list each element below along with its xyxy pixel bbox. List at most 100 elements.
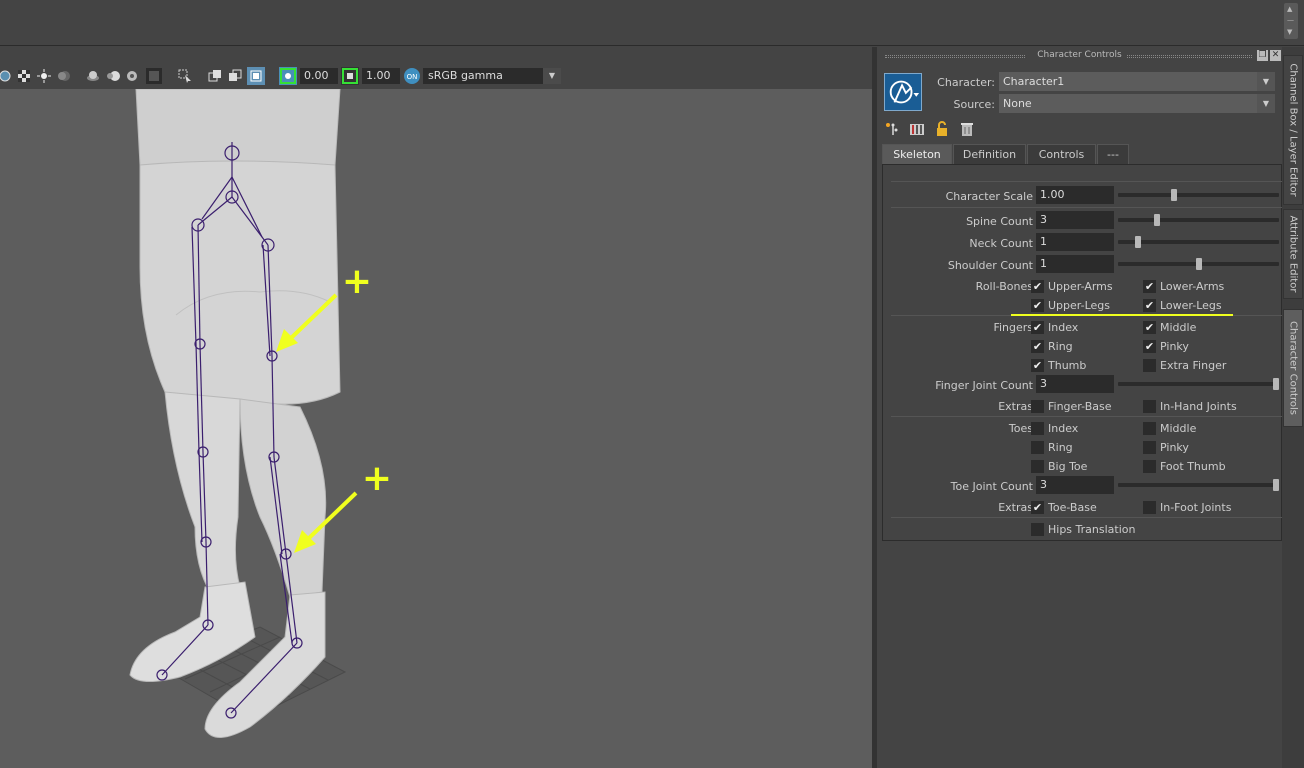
viewport-panel: 0.00 1.00 ON sRGB gamma ▼ + + bbox=[0, 47, 872, 768]
slider-handle[interactable] bbox=[1196, 258, 1202, 270]
toe-base-checkbox[interactable]: ✔ bbox=[1031, 501, 1044, 514]
neck-count-input[interactable]: 1 bbox=[1036, 233, 1114, 251]
scroll-up-icon[interactable]: ▲ bbox=[1287, 5, 1292, 13]
viewport-scene[interactable]: + + bbox=[0, 89, 872, 768]
finger-base-label: Finger-Base bbox=[1048, 400, 1112, 413]
toe-index-checkbox[interactable] bbox=[1031, 422, 1044, 435]
finger-joint-count-input[interactable]: 3 bbox=[1036, 375, 1114, 393]
finger-thumb-checkbox[interactable]: ✔ bbox=[1031, 359, 1044, 372]
lower-arms-checkbox[interactable]: ✔ bbox=[1143, 280, 1156, 293]
source-value: None bbox=[1003, 97, 1032, 110]
tab-definition[interactable]: Definition bbox=[953, 144, 1026, 164]
slider-handle[interactable] bbox=[1154, 214, 1160, 226]
character-scale-input[interactable]: 1.00 bbox=[1036, 186, 1114, 204]
source-select[interactable]: None ▼ bbox=[999, 94, 1275, 113]
toe-ring-checkbox[interactable] bbox=[1031, 441, 1044, 454]
ambient-occlusion-icon[interactable] bbox=[86, 69, 100, 83]
character-select[interactable]: Character1 ▼ bbox=[999, 72, 1275, 91]
gamma-input[interactable]: 1.00 bbox=[362, 68, 400, 84]
viewport-toolbar: 0.00 1.00 ON sRGB gamma ▼ bbox=[0, 47, 872, 89]
toe-pinky-checkbox[interactable] bbox=[1143, 441, 1156, 454]
tab-character-controls[interactable]: Character Controls bbox=[1283, 309, 1303, 427]
tab-attribute-editor[interactable]: Attribute Editor bbox=[1283, 209, 1303, 299]
chevron-down-icon[interactable]: ▼ bbox=[1257, 72, 1275, 91]
chevron-down-icon[interactable]: ▼ bbox=[543, 68, 561, 84]
slider-handle[interactable] bbox=[1273, 479, 1279, 491]
finger-index-checkbox[interactable]: ✔ bbox=[1031, 321, 1044, 334]
slider-handle[interactable] bbox=[1273, 378, 1279, 390]
character-label: Character: bbox=[937, 76, 995, 89]
close-icon[interactable]: ✕ bbox=[1270, 50, 1281, 61]
wireframe-shaded-icon[interactable] bbox=[0, 69, 14, 83]
tab-channel-box[interactable]: Channel Box / Layer Editor bbox=[1283, 55, 1303, 205]
gamma-icon[interactable] bbox=[341, 67, 359, 85]
checker-texture-icon[interactable] bbox=[17, 69, 31, 83]
slider-handle[interactable] bbox=[1171, 189, 1177, 201]
finger-joint-count-slider[interactable] bbox=[1118, 378, 1279, 390]
float-panel-icon[interactable]: ❐ bbox=[1257, 50, 1268, 61]
shoulder-count-slider[interactable] bbox=[1118, 258, 1279, 270]
finger-base-checkbox[interactable] bbox=[1031, 400, 1044, 413]
tab-channel-box-label: Channel Box / Layer Editor bbox=[1287, 63, 1299, 197]
toe-joint-count-slider[interactable] bbox=[1118, 479, 1279, 491]
shoulder-count-input[interactable]: 1 bbox=[1036, 255, 1114, 273]
color-management-icon[interactable]: ON bbox=[403, 67, 421, 85]
character-controls-panel: Character Controls ❐ ✕ Character: Charac… bbox=[877, 47, 1285, 768]
shadows-icon[interactable] bbox=[57, 69, 71, 83]
finger-middle-label: Middle bbox=[1160, 321, 1197, 334]
tab-character-controls-label: Character Controls bbox=[1287, 321, 1299, 415]
xray-icon[interactable] bbox=[208, 69, 222, 83]
in-hand-joints-checkbox[interactable] bbox=[1143, 400, 1156, 413]
top-scrollbar[interactable]: ▲ — ▼ bbox=[1284, 3, 1298, 39]
lower-legs-checkbox[interactable]: ✔ bbox=[1143, 299, 1156, 312]
panel-title-bar[interactable]: Character Controls bbox=[877, 50, 1282, 64]
isolate-select-icon[interactable] bbox=[178, 69, 192, 83]
exposure-input[interactable]: 0.00 bbox=[300, 68, 338, 84]
toe-joint-count-input[interactable]: 3 bbox=[1036, 476, 1114, 494]
finger-pinky-checkbox[interactable]: ✔ bbox=[1143, 340, 1156, 353]
slider-handle[interactable] bbox=[1135, 236, 1141, 248]
character-icon[interactable] bbox=[884, 73, 922, 111]
hips-translation-checkbox[interactable] bbox=[1031, 523, 1044, 536]
character-model[interactable]: + + bbox=[0, 89, 872, 768]
tab-more[interactable]: --- bbox=[1097, 144, 1129, 164]
chevron-down-icon[interactable]: ▼ bbox=[1257, 94, 1275, 113]
foot-thumb-checkbox[interactable] bbox=[1143, 460, 1156, 473]
exposure-icon[interactable] bbox=[279, 67, 297, 85]
annotation-underline bbox=[1011, 314, 1233, 316]
annotation-plus-1: + bbox=[342, 261, 372, 302]
svg-text:ON: ON bbox=[407, 73, 418, 81]
tab-controls[interactable]: Controls bbox=[1027, 144, 1096, 164]
xray-active-icon[interactable] bbox=[247, 67, 265, 85]
lower-arms-label: Lower-Arms bbox=[1160, 280, 1225, 293]
finger-middle-checkbox[interactable]: ✔ bbox=[1143, 321, 1156, 334]
character-scale-slider[interactable] bbox=[1118, 189, 1279, 201]
in-foot-joints-label: In-Foot Joints bbox=[1160, 501, 1232, 514]
lock-icon[interactable] bbox=[934, 121, 950, 137]
neck-count-slider[interactable] bbox=[1118, 236, 1279, 248]
depth-of-field-icon[interactable] bbox=[146, 68, 162, 84]
upper-legs-label: Upper-Legs bbox=[1048, 299, 1110, 312]
color-space-select[interactable]: sRGB gamma ▼ bbox=[423, 68, 561, 84]
upper-legs-checkbox[interactable]: ✔ bbox=[1031, 299, 1044, 312]
create-skeleton-icon[interactable] bbox=[884, 121, 900, 137]
antialias-icon[interactable] bbox=[125, 69, 139, 83]
big-toe-checkbox[interactable] bbox=[1031, 460, 1044, 473]
toe-base-label: Toe-Base bbox=[1048, 501, 1097, 514]
tab-skeleton[interactable]: Skeleton bbox=[882, 144, 952, 164]
xray-joints-icon[interactable] bbox=[228, 69, 242, 83]
finger-ring-label: Ring bbox=[1048, 340, 1073, 353]
trash-icon[interactable] bbox=[959, 121, 975, 137]
spine-count-input[interactable]: 3 bbox=[1036, 211, 1114, 229]
in-foot-joints-checkbox[interactable] bbox=[1143, 501, 1156, 514]
upper-arms-checkbox[interactable]: ✔ bbox=[1031, 280, 1044, 293]
toe-middle-checkbox[interactable] bbox=[1143, 422, 1156, 435]
extra-finger-checkbox[interactable] bbox=[1143, 359, 1156, 372]
scroll-down-icon[interactable]: ▼ bbox=[1287, 28, 1292, 36]
motion-blur-icon[interactable] bbox=[106, 69, 120, 83]
lights-icon[interactable] bbox=[37, 69, 51, 83]
finger-ring-checkbox[interactable]: ✔ bbox=[1031, 340, 1044, 353]
skeleton-definition-icon[interactable] bbox=[909, 121, 925, 137]
spine-count-slider[interactable] bbox=[1118, 214, 1279, 226]
big-toe-label: Big Toe bbox=[1048, 460, 1088, 473]
